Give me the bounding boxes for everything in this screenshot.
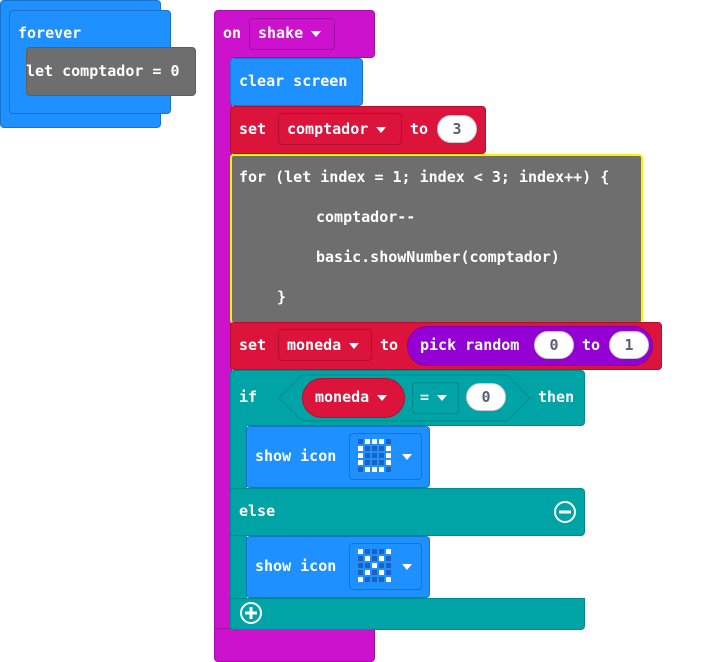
moneda-reporter-value: moneda bbox=[315, 388, 370, 406]
moneda-variable-label: moneda bbox=[287, 335, 360, 355]
led-on bbox=[379, 467, 384, 472]
else-label: else bbox=[239, 502, 276, 520]
on-label: on bbox=[223, 24, 242, 42]
led-off bbox=[379, 577, 384, 582]
chevron-down-icon bbox=[376, 126, 387, 133]
to-label: to bbox=[410, 120, 429, 138]
led-off bbox=[365, 446, 370, 451]
chevron-down-icon bbox=[402, 454, 412, 460]
led-on bbox=[372, 439, 377, 444]
operator-label: = bbox=[420, 387, 448, 407]
set-label: set bbox=[239, 120, 267, 138]
led-off bbox=[365, 577, 370, 582]
led-off bbox=[358, 556, 363, 561]
operator-value: = bbox=[420, 388, 430, 406]
js-line-4: } bbox=[277, 288, 287, 306]
led-off bbox=[358, 570, 363, 575]
led-off bbox=[379, 549, 384, 554]
x-icon bbox=[358, 549, 391, 582]
led-off bbox=[372, 570, 377, 575]
led-on bbox=[372, 467, 377, 472]
ring-icon bbox=[358, 439, 391, 472]
led-off bbox=[358, 563, 363, 568]
random-from-input[interactable]: 0 bbox=[534, 331, 574, 359]
led-on bbox=[372, 563, 377, 568]
led-off bbox=[365, 460, 370, 465]
led-on bbox=[358, 453, 363, 458]
clear-screen-label: clear screen bbox=[239, 72, 348, 90]
comptador-value-input[interactable]: 3 bbox=[437, 115, 477, 143]
chevron-down-icon bbox=[437, 394, 448, 401]
led-off bbox=[379, 446, 384, 451]
led-off bbox=[372, 549, 377, 554]
led-on bbox=[358, 460, 363, 465]
led-on bbox=[386, 577, 391, 582]
event-footer bbox=[214, 628, 375, 662]
led-off bbox=[365, 549, 370, 554]
led-on bbox=[365, 556, 370, 561]
random-to-label: to bbox=[582, 336, 601, 354]
add-else-if-icon[interactable] bbox=[239, 601, 263, 625]
show-icon-label-1: show icon bbox=[255, 447, 337, 465]
compare-value-input[interactable]: 0 bbox=[466, 383, 506, 411]
led-off bbox=[386, 556, 391, 561]
led-off bbox=[386, 563, 391, 568]
led-on bbox=[358, 446, 363, 451]
led-on bbox=[365, 570, 370, 575]
remove-else-icon[interactable] bbox=[553, 500, 577, 524]
show-icon-label-2: show icon bbox=[255, 557, 337, 575]
led-off bbox=[358, 467, 363, 472]
pick-random-label: pick random bbox=[420, 336, 520, 354]
else-row bbox=[230, 488, 585, 536]
led-off bbox=[386, 570, 391, 575]
to-label: to bbox=[380, 336, 399, 354]
led-on bbox=[365, 439, 370, 444]
led-off bbox=[365, 563, 370, 568]
led-off bbox=[372, 556, 377, 561]
led-off bbox=[379, 453, 384, 458]
led-on bbox=[379, 570, 384, 575]
led-off bbox=[386, 467, 391, 472]
event-dropdown-label: shake bbox=[258, 23, 322, 43]
led-on bbox=[386, 460, 391, 465]
comptador-variable-value: comptador bbox=[287, 120, 369, 138]
led-off bbox=[372, 446, 377, 451]
moneda-variable-value: moneda bbox=[287, 336, 342, 354]
chevron-down-icon bbox=[402, 564, 412, 570]
led-off bbox=[358, 439, 363, 444]
chevron-down-icon bbox=[377, 394, 388, 401]
led-on bbox=[386, 453, 391, 458]
js-statement-text: let comptador = 0 bbox=[26, 62, 180, 80]
led-off bbox=[379, 460, 384, 465]
led-off bbox=[372, 453, 377, 458]
set-label: set bbox=[239, 336, 267, 354]
led-off bbox=[386, 439, 391, 444]
js-line-2: comptador-- bbox=[316, 208, 416, 226]
led-on bbox=[379, 556, 384, 561]
led-on bbox=[379, 439, 384, 444]
event-value: shake bbox=[258, 24, 304, 42]
js-line-3: basic.showNumber(comptador) bbox=[316, 248, 560, 266]
js-line-1: for (let index = 1; index < 3; index++) … bbox=[239, 168, 610, 186]
chevron-down-icon bbox=[311, 30, 322, 37]
if-label: if bbox=[239, 388, 258, 406]
led-off bbox=[372, 460, 377, 465]
then-label: then bbox=[538, 388, 575, 406]
led-off bbox=[372, 577, 377, 582]
led-on bbox=[365, 467, 370, 472]
led-on bbox=[358, 549, 363, 554]
forever-label: forever bbox=[18, 24, 82, 42]
random-to-input[interactable]: 1 bbox=[609, 331, 649, 359]
led-on bbox=[386, 446, 391, 451]
if-footer bbox=[230, 598, 585, 630]
led-off bbox=[379, 563, 384, 568]
led-on bbox=[358, 577, 363, 582]
chevron-down-icon bbox=[349, 342, 360, 349]
led-off bbox=[365, 453, 370, 458]
moneda-reporter-label: moneda bbox=[315, 387, 388, 407]
comptador-variable-label: comptador bbox=[287, 119, 387, 139]
led-on bbox=[386, 549, 391, 554]
